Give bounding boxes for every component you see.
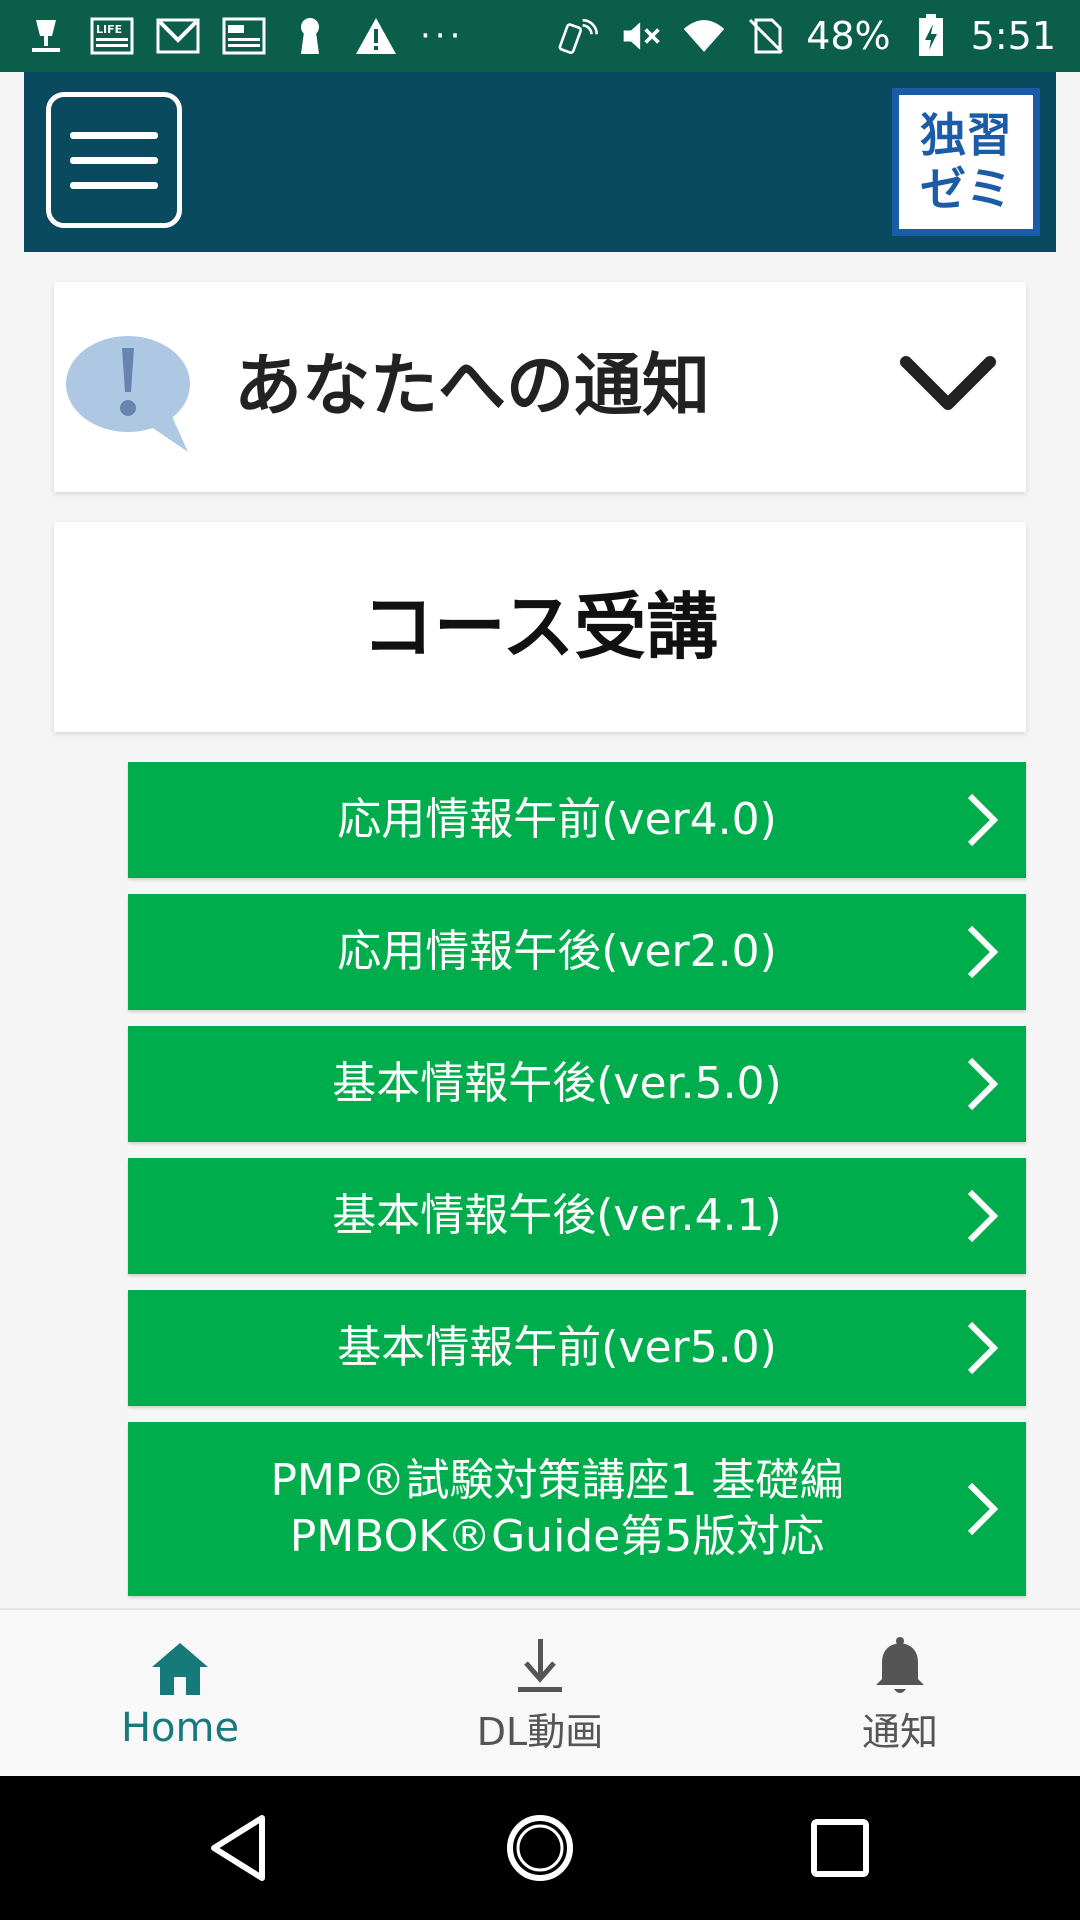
brand-logo[interactable]: 独習 ゼミ — [892, 88, 1040, 236]
download-icon — [518, 1638, 562, 1692]
status-bar: LIFE ··· 48% 5:51 — [0, 0, 1080, 72]
bell-icon — [876, 1636, 924, 1693]
chevron-right-icon — [967, 1321, 999, 1375]
home-circle-icon[interactable] — [500, 1808, 580, 1888]
recents-icon[interactable] — [800, 1808, 880, 1888]
nav-notifications[interactable]: 通知 — [750, 1610, 1050, 1778]
logo-line-2: ゼミ — [920, 162, 1012, 216]
menu-bar — [70, 181, 158, 189]
app-header: 独習 ゼミ — [24, 72, 1056, 252]
clock: 5:51 — [970, 14, 1056, 58]
menu-bar — [70, 156, 158, 164]
chevron-right-icon — [967, 925, 999, 979]
newspaper-icon: LIFE — [90, 14, 134, 58]
battery-percent: 48% — [806, 14, 891, 58]
logo-line-1: 独習 — [920, 108, 1012, 162]
menu-bar — [70, 131, 158, 139]
course-button-label: 応用情報午後(ver2.0) — [337, 926, 777, 977]
status-system: 48% 5:51 — [558, 14, 1056, 58]
course-button-label: 基本情報午後(ver.5.0) — [332, 1058, 782, 1109]
chevron-down-icon[interactable] — [898, 350, 998, 420]
status-notifications: LIFE ··· — [24, 14, 464, 58]
wifi-icon — [682, 14, 726, 58]
notifications-card[interactable]: あなたへの通知 — [54, 282, 1026, 492]
nav-notifications-label: 通知 — [861, 1709, 938, 1754]
course-button-fe-pm-v5[interactable]: 基本情報午後(ver.5.0) — [128, 1026, 1026, 1142]
nav-home[interactable]: Home — [30, 1610, 330, 1778]
chevron-right-icon — [967, 1482, 999, 1536]
course-section-card: コース受講 — [54, 522, 1026, 732]
course-button-ap-pm-v2[interactable]: 応用情報午後(ver2.0) — [128, 894, 1026, 1010]
course-button-ap-am-v4[interactable]: 応用情報午前(ver4.0) — [128, 762, 1026, 878]
course-section-title: コース受講 — [361, 585, 719, 669]
newspaper-icon-2 — [222, 14, 266, 58]
speech-bubble-alert-icon — [66, 336, 190, 452]
chevron-right-icon — [967, 1057, 999, 1111]
course-button-fe-am-v5[interactable]: 基本情報午前(ver5.0) — [128, 1290, 1026, 1406]
course-button-pmp-basic[interactable]: PMP®試験対策講座1 基礎編 PMBOK®Guide第5版対応 — [128, 1422, 1026, 1596]
overflow-dots: ··· — [420, 16, 465, 56]
course-button-fe-pm-v41[interactable]: 基本情報午後(ver.4.1) — [128, 1158, 1026, 1274]
warning-icon — [354, 14, 398, 58]
course-button-label: 応用情報午前(ver4.0) — [337, 794, 777, 845]
mail-icon — [156, 14, 200, 58]
keyhole-icon — [288, 14, 332, 58]
bottom-navigation: Home DL動画 通知 — [0, 1608, 1080, 1778]
lamp-icon — [24, 14, 68, 58]
system-navigation-bar — [0, 1776, 1080, 1920]
mute-icon — [620, 14, 664, 58]
brand-logo-text: 独習 ゼミ — [899, 95, 1033, 229]
chevron-right-icon — [967, 793, 999, 847]
hamburger-menu-button[interactable] — [46, 92, 182, 228]
nfc-phone-icon — [558, 14, 602, 58]
life-badge-text: LIFE — [96, 23, 122, 36]
nav-downloads[interactable]: DL動画 — [390, 1610, 690, 1778]
no-sim-icon — [744, 14, 788, 58]
nav-downloads-label: DL動画 — [476, 1709, 604, 1754]
nav-home-label: Home — [120, 1705, 240, 1751]
course-button-label: 基本情報午前(ver5.0) — [337, 1322, 777, 1373]
course-button-label: PMP®試験対策講座1 基礎編 PMBOK®Guide第5版対応 — [270, 1455, 844, 1562]
battery-charging-icon — [909, 14, 953, 58]
notifications-title: あなたへの通知 — [234, 347, 711, 426]
back-icon[interactable] — [200, 1808, 280, 1888]
home-icon — [152, 1643, 208, 1695]
chevron-right-icon — [967, 1189, 999, 1243]
course-button-label: 基本情報午後(ver.4.1) — [332, 1190, 782, 1241]
